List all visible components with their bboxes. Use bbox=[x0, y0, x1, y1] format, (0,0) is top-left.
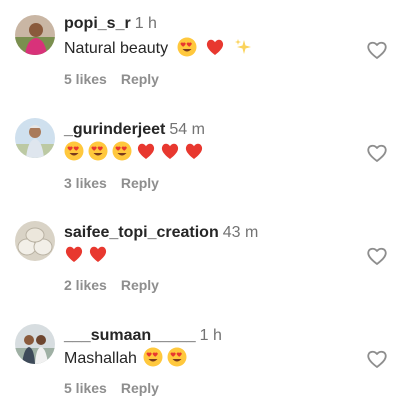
heart-outline-icon bbox=[367, 41, 387, 59]
heart-eyes-emoji bbox=[177, 37, 197, 57]
username[interactable]: ___sumaan_____ bbox=[64, 327, 196, 344]
comment-item: _gurinderjeet 54 m 3 likes Reply bbox=[0, 103, 402, 203]
red-heart-emoji bbox=[161, 143, 179, 159]
avatar[interactable] bbox=[15, 324, 55, 364]
emoji-row bbox=[64, 246, 112, 264]
avatar[interactable] bbox=[15, 118, 55, 158]
comment-actions: 3 likes Reply bbox=[64, 175, 159, 191]
likes-count[interactable]: 3 likes bbox=[64, 175, 107, 191]
reply-button[interactable]: Reply bbox=[121, 71, 159, 87]
timestamp: 1 h bbox=[199, 327, 222, 344]
reply-button[interactable]: Reply bbox=[121, 175, 159, 191]
emoji-row bbox=[64, 141, 208, 161]
like-button[interactable] bbox=[366, 143, 388, 163]
username[interactable]: saifee_topi_creation bbox=[64, 224, 219, 241]
username[interactable]: _gurinderjeet bbox=[64, 121, 165, 138]
red-heart-emoji bbox=[65, 246, 83, 262]
comment-item: saifee_topi_creation 43 m 2 likes Reply bbox=[0, 206, 402, 306]
comment-actions: 5 likes Reply bbox=[64, 380, 159, 396]
red-heart-emoji bbox=[137, 143, 155, 159]
like-button[interactable] bbox=[366, 40, 388, 60]
reply-button[interactable]: Reply bbox=[121, 380, 159, 396]
username[interactable]: popi_s_r bbox=[64, 15, 131, 32]
comment-body: Mashallah bbox=[64, 350, 137, 367]
heart-outline-icon bbox=[367, 350, 387, 368]
red-heart-emoji bbox=[89, 246, 107, 262]
red-heart-emoji bbox=[185, 143, 203, 159]
comment-header: _gurinderjeet 54 m bbox=[64, 120, 205, 140]
heart-eyes-emoji bbox=[64, 141, 84, 161]
like-button[interactable] bbox=[366, 246, 388, 266]
heart-outline-icon bbox=[367, 247, 387, 265]
comment-header: popi_s_r 1 h bbox=[64, 14, 157, 34]
emoji-row bbox=[173, 37, 258, 57]
comment-actions: 2 likes Reply bbox=[64, 277, 159, 293]
red-heart-emoji bbox=[206, 39, 224, 55]
heart-eyes-emoji bbox=[88, 141, 108, 161]
comment-text: Mashallah bbox=[64, 347, 191, 370]
heart-eyes-emoji bbox=[143, 347, 163, 367]
likes-count[interactable]: 5 likes bbox=[64, 380, 107, 396]
avatar[interactable] bbox=[15, 221, 55, 261]
emoji-row bbox=[141, 347, 191, 367]
comment-body: Natural beauty bbox=[64, 40, 169, 57]
comment-item: popi_s_r 1 h Natural beauty 5 likes Reply bbox=[0, 0, 402, 100]
reply-button[interactable]: Reply bbox=[121, 277, 159, 293]
comment-text: Natural beauty bbox=[64, 37, 257, 60]
comment-item: ___sumaan_____ 1 h Mashallah 5 likes Reply bbox=[0, 309, 402, 409]
likes-count[interactable]: 2 likes bbox=[64, 277, 107, 293]
comment-text bbox=[64, 141, 208, 164]
like-button[interactable] bbox=[366, 349, 388, 369]
timestamp: 1 h bbox=[134, 15, 157, 32]
heart-eyes-emoji bbox=[167, 347, 187, 367]
comment-header: saifee_topi_creation 43 m bbox=[64, 223, 258, 243]
heart-eyes-emoji bbox=[112, 141, 132, 161]
heart-outline-icon bbox=[367, 144, 387, 162]
comment-text bbox=[64, 244, 112, 267]
comment-actions: 5 likes Reply bbox=[64, 71, 159, 87]
likes-count[interactable]: 5 likes bbox=[64, 71, 107, 87]
sparkles-emoji bbox=[235, 39, 252, 54]
timestamp: 54 m bbox=[169, 121, 205, 138]
timestamp: 43 m bbox=[222, 224, 259, 241]
comment-header: ___sumaan_____ 1 h bbox=[64, 326, 222, 346]
avatar[interactable] bbox=[15, 15, 55, 55]
